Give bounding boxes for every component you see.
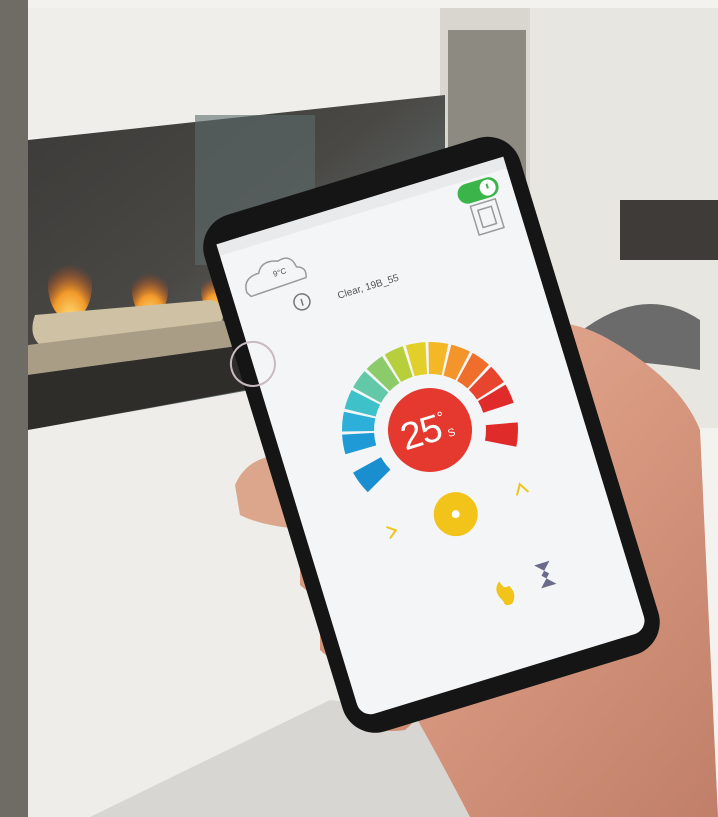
left-wall-edge	[0, 0, 28, 817]
wall-shelf	[620, 200, 718, 260]
photo-scene: 9°C Clear, 19B_55 25°S	[0, 0, 718, 817]
